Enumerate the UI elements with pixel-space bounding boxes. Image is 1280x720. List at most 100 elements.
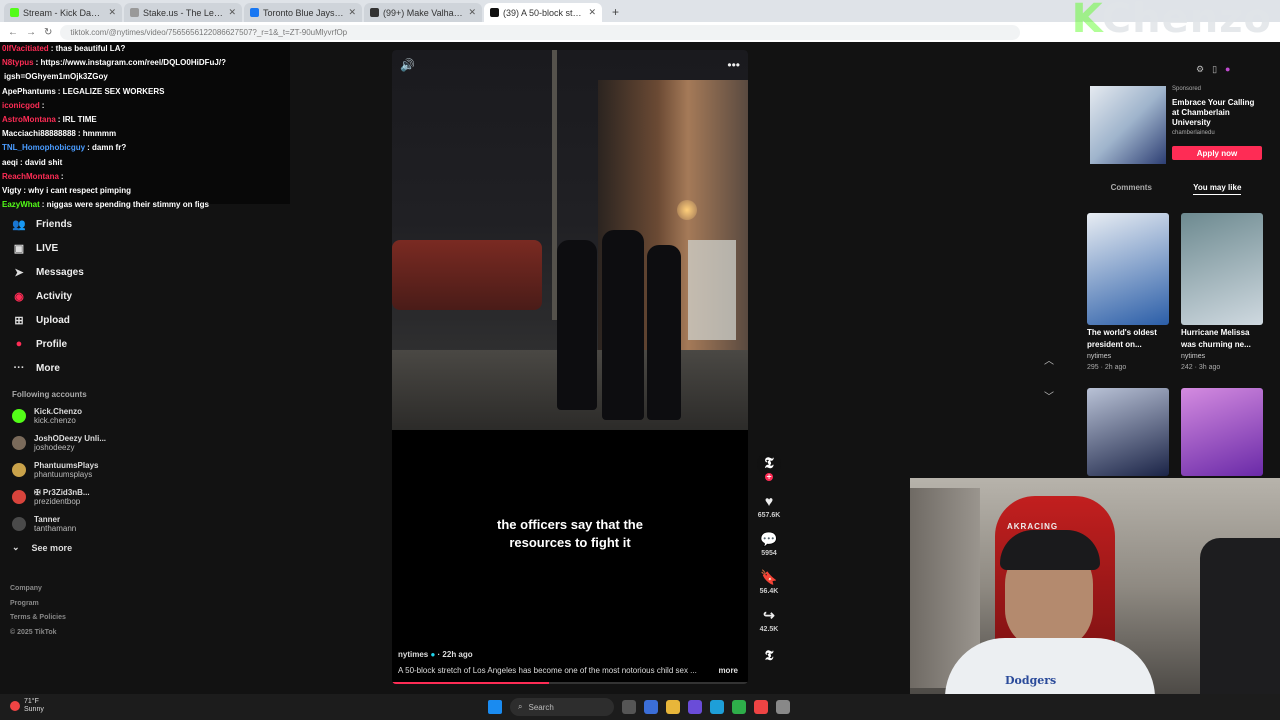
video-progress-bar[interactable] (392, 682, 748, 684)
chat-text: : IRL TIME (57, 115, 97, 125)
recommended-video-card[interactable] (1087, 388, 1169, 476)
tab-favicon-icon (10, 8, 19, 17)
footer-link[interactable]: Terms & Policies (10, 611, 66, 626)
share-button[interactable]: ↪ 42.5K (760, 604, 779, 633)
browser-tab[interactable]: Stake.us - The Leading Social C✕ (124, 3, 242, 22)
heart-icon: ♥ (764, 493, 774, 509)
chat-username[interactable]: aeqi (2, 158, 18, 167)
chrome-icon[interactable] (754, 700, 768, 714)
close-icon[interactable]: ✕ (348, 7, 356, 18)
following-account[interactable]: ✠ Pr3Zid3nB... prezidentbop (12, 486, 212, 507)
tab-you-may-like[interactable]: You may like (1193, 183, 1242, 195)
spotify-icon[interactable] (732, 700, 746, 714)
video-author[interactable]: nytimes (398, 650, 428, 659)
action-rail: 𝕿 + ♥ 657.6K 💬 5954 🔖 56.4K ↪ 42.5K 𝕿 (756, 452, 782, 664)
footer-link[interactable]: Program (10, 597, 66, 612)
close-icon[interactable]: ✕ (588, 7, 596, 18)
settings-icon[interactable]: ⚙ (1196, 64, 1212, 74)
sound-disc-icon[interactable]: 𝕿 (765, 648, 774, 664)
chat-username[interactable]: N8typus (2, 58, 34, 67)
chevron-down-icon[interactable]: ﹀ (1044, 380, 1054, 416)
author-avatar[interactable]: 𝕿 + (757, 452, 781, 481)
windows-start-icon[interactable] (488, 700, 502, 714)
chat-username[interactable]: ReachMontana (2, 172, 59, 181)
video-thumbnail[interactable] (1181, 213, 1263, 325)
apply-now-button[interactable]: Apply now (1172, 146, 1262, 160)
sidebar-item-messages[interactable]: ➤ Messages (12, 260, 212, 284)
recommended-video-card[interactable]: Hurricane Melissa was churning ne... nyti… (1181, 213, 1263, 373)
recommended-video-card[interactable]: The world's oldest president on... nytime… (1087, 213, 1169, 373)
close-icon[interactable]: ✕ (108, 7, 116, 18)
close-icon[interactable]: ✕ (468, 7, 476, 18)
task-view-icon[interactable] (622, 700, 636, 714)
chat-username[interactable]: 0lfVacitiated (2, 44, 49, 53)
sidebar-item-activity[interactable]: ◉ Activity (12, 284, 212, 308)
browser-tab[interactable]: Toronto Blue Jays at Los Angeles✕ (244, 3, 362, 22)
sidebar-item-label: More (36, 362, 60, 374)
officer-figure (602, 230, 644, 420)
chat-username[interactable]: ApePhantums (2, 87, 56, 96)
ad-thumbnail[interactable] (1090, 86, 1166, 164)
card-author[interactable]: nytimes (1087, 351, 1169, 362)
more-link[interactable]: more (718, 666, 738, 675)
settings-icon[interactable] (776, 700, 790, 714)
browser-tab[interactable]: (99+) Make Valhalla Great Again✕ (364, 3, 482, 22)
like-button[interactable]: ♥ 657.6K (758, 490, 781, 519)
more-options-icon[interactable]: ••• (727, 58, 740, 72)
following-account[interactable]: PhantuumsPlays phantuumsplays (12, 459, 212, 480)
chat-username[interactable]: TNL_Homophobicguy (2, 143, 85, 152)
recommended-video-card[interactable] (1181, 388, 1263, 476)
following-account[interactable]: Kick.Chenzo kick.chenzo (12, 405, 212, 426)
sidebar-item-live[interactable]: ▣ LIVE (12, 236, 212, 260)
forward-icon[interactable]: → (26, 27, 36, 38)
video-meta: nytimes ● · 22h ago A 50-block stretch o… (398, 650, 738, 675)
save-button[interactable]: 🔖 56.4K (760, 566, 779, 595)
chat-username[interactable]: Vigty (2, 186, 21, 195)
url-field[interactable]: tiktok.com/@nytimes/video/75656561220866… (60, 24, 1021, 40)
chat-username[interactable]: EazyWhat (2, 200, 40, 209)
weather-widget[interactable]: 71°F Sunny (10, 698, 44, 714)
card-title[interactable]: The world's oldest president on... (1087, 327, 1169, 351)
back-icon[interactable]: ← (8, 27, 18, 38)
video-player[interactable]: 🔊 ••• the officers say that the resource… (392, 50, 748, 684)
chevron-up-icon[interactable]: ︿ (1044, 344, 1054, 380)
app-icon[interactable] (644, 700, 658, 714)
inbox-icon[interactable]: ▯ (1212, 64, 1225, 74)
following-account[interactable]: Tanner tanthamann (12, 513, 212, 534)
close-icon[interactable]: ✕ (228, 7, 236, 18)
chat-username[interactable]: iconicgod (2, 101, 40, 110)
see-more-button[interactable]: ⌄ See more (12, 542, 212, 553)
browser-tab[interactable]: (39) A 50-block stretch of✕ (484, 3, 602, 22)
ad-title[interactable]: Embrace Your Calling at Chamberlain Univ… (1172, 98, 1262, 128)
tab-favicon-icon (130, 8, 139, 17)
file-explorer-icon[interactable] (666, 700, 680, 714)
card-title[interactable]: Hurricane Melissa was churning ne... (1181, 327, 1263, 351)
browser-tab[interactable]: Stream - Kick Dashboard✕ (4, 3, 122, 22)
sidebar-item-label: Profile (36, 338, 68, 350)
following-account[interactable]: JoshODeezy Unli... joshodeezy (12, 432, 212, 453)
avatar (12, 408, 26, 423)
chat-username[interactable]: Macciachi88888888 (2, 129, 76, 138)
video-thumbnail[interactable] (1181, 388, 1263, 476)
footer-link[interactable]: Company (10, 582, 66, 597)
reload-icon[interactable]: ↻ (44, 27, 52, 38)
tab-comments[interactable]: Comments (1111, 183, 1152, 195)
comment-button[interactable]: 💬 5954 (760, 528, 777, 557)
edge-icon[interactable] (710, 700, 724, 714)
sidebar-item-upload[interactable]: ⊞ Upload (12, 308, 212, 332)
video-thumbnail[interactable] (1087, 388, 1169, 476)
footer-link: © 2025 TikTok (10, 628, 57, 636)
profile-avatar-icon[interactable]: ● (1225, 64, 1238, 74)
sidebar-item-friends[interactable]: 👥 Friends (12, 212, 212, 236)
sidebar-item-more[interactable]: ··· More (12, 356, 212, 380)
volume-icon[interactable]: 🔊 (400, 58, 415, 72)
card-author[interactable]: nytimes (1181, 351, 1263, 362)
new-tab-button[interactable]: + (604, 5, 627, 22)
video-thumbnail[interactable] (1087, 213, 1169, 325)
taskbar-search[interactable]: ⌕ Search (510, 698, 614, 716)
app-icon[interactable] (688, 700, 702, 714)
chat-username[interactable]: AstroMontana (2, 115, 56, 124)
sidebar-item-profile[interactable]: ● Profile (12, 332, 212, 356)
video-caption: the officers say that the resources to f… (497, 517, 643, 550)
follow-plus-icon[interactable]: + (765, 473, 773, 481)
